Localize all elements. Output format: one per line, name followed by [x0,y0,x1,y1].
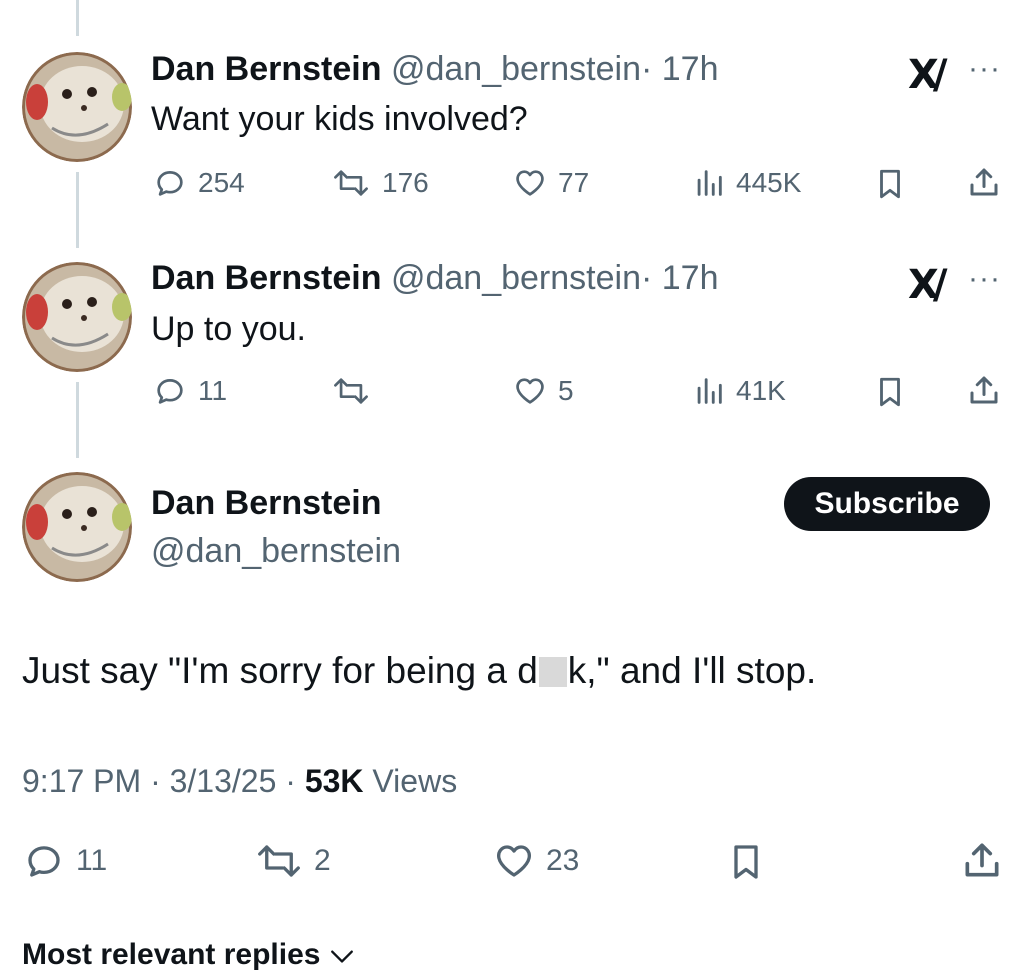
views-label: Views [363,763,458,799]
thread-line-top [76,0,79,36]
reply-button[interactable]: 254 [152,166,245,200]
share-icon [970,168,998,196]
subscribe-button[interactable]: Subscribe [784,477,990,531]
author-line: Dan Bernstein @dan_bernstein· 17h [151,259,718,298]
avatar[interactable] [22,262,132,372]
replies-sort-dropdown[interactable]: Most relevant replies [22,938,355,972]
reply-count: 254 [198,167,245,198]
repost-button[interactable]: 176 [330,166,429,200]
like-count: 77 [558,167,590,198]
thread-line-2 [76,382,79,458]
avatar[interactable] [22,472,132,582]
like-count: 23 [546,844,580,877]
views-count: 445K [736,167,802,198]
tweet-text-part-1: Just say "I'm sorry for being a d [22,650,538,691]
views-icon [697,378,722,404]
views-count: 41K [736,375,786,406]
avatar[interactable] [22,52,132,162]
tweet-text: Up to you. [151,310,306,348]
more-icon[interactable]: ··· [968,52,1001,86]
repost-icon [334,170,368,196]
reply-count: 11 [76,844,108,877]
bookmark-icon [880,377,900,407]
repost-count: 176 [382,167,429,198]
views-count: 53K [304,763,364,799]
tweet-text-part-2: k," and I'll stop. [567,650,817,691]
replies-sort-label: Most relevant replies [22,938,321,971]
tweet-time[interactable]: · 17h [641,259,719,297]
bookmark-button[interactable] [873,166,907,202]
bookmark-button[interactable] [873,374,907,410]
xai-logo-icon: X/ [908,52,948,98]
reply-icon [157,379,183,404]
repost-icon [258,845,300,877]
reply-button[interactable]: 11 [22,840,107,882]
like-button[interactable]: 5 [512,374,574,408]
tweet-time[interactable]: · 17h [641,50,719,88]
bookmark-icon [734,845,758,879]
tweet-timestamp[interactable]: 9:17 PM · 3/13/25 · [22,763,305,799]
views-icon [697,170,722,196]
heart-icon [516,170,544,196]
heart-icon [516,378,544,404]
author-handle[interactable]: @dan_bernstein [391,259,641,297]
author-name[interactable]: Dan Bernstein [151,259,382,297]
author-name[interactable]: Dan Bernstein [151,50,382,88]
share-button[interactable] [966,372,1002,408]
like-button[interactable]: 23 [492,840,579,882]
repost-icon [334,378,368,404]
chevron-down-icon [330,950,353,963]
reply-button[interactable]: 11 [152,374,227,408]
author-name[interactable]: Dan Bernstein [151,484,382,523]
censor-blur [538,657,567,687]
share-button[interactable] [960,838,1004,882]
reply-icon [28,846,60,877]
author-handle[interactable]: @dan_bernstein [151,532,401,571]
views-button[interactable]: 41K [692,374,786,408]
like-count: 5 [558,375,574,406]
share-button[interactable] [966,164,1002,200]
thread-line-1 [76,172,79,248]
reply-icon [157,171,183,196]
tweet-meta: 9:17 PM · 3/13/25 · 53K Views [22,763,457,800]
heart-icon [497,845,531,877]
like-button[interactable]: 77 [512,166,589,200]
share-icon [970,376,998,404]
author-handle[interactable]: @dan_bernstein [391,50,641,88]
xai-logo-icon: X/ [908,262,948,308]
bookmark-icon [880,169,900,199]
tweet-text: Want your kids involved? [151,100,528,138]
share-icon [965,843,999,877]
repost-button[interactable]: 2 [254,840,331,882]
tweet-text: Just say "I'm sorry for being a d k," and… [22,650,816,692]
repost-button[interactable] [330,374,382,408]
repost-count: 2 [314,844,331,877]
reply-count: 11 [198,375,228,406]
more-icon[interactable]: ··· [968,262,1001,296]
views-button[interactable]: 445K [692,166,801,200]
bookmark-button[interactable] [726,840,766,884]
author-line: Dan Bernstein @dan_bernstein· 17h [151,50,718,89]
